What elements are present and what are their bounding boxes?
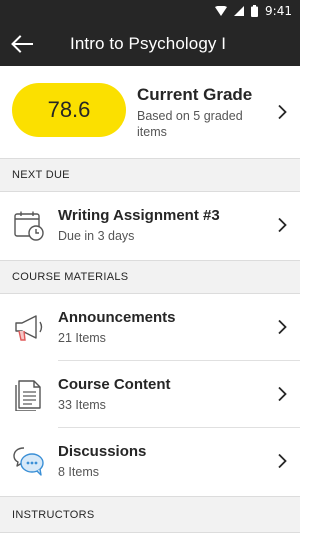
current-grade-row[interactable]: 78.6 Current Grade Based on 5 graded ite… [0, 66, 300, 158]
cellular-signal-icon [234, 5, 245, 16]
section-header-label: NEXT DUE [12, 169, 70, 181]
list-item-subtitle: Due in 3 days [58, 229, 135, 243]
grade-title: Current Grade [137, 85, 253, 104]
status-bar: 9:41 [0, 0, 300, 21]
grade-subtitle: Based on 5 graded items [137, 109, 243, 139]
wifi-icon [215, 5, 228, 16]
grade-badge: 78.6 [12, 83, 126, 137]
app-bar: Intro to Psychology I [0, 21, 300, 66]
document-icon [12, 377, 46, 411]
section-header-course-materials: COURSE MATERIALS [0, 260, 300, 294]
list-item-text: Announcements 21 Items [58, 309, 176, 346]
battery-icon [251, 4, 259, 17]
section-header-next-due: NEXT DUE [0, 158, 300, 192]
section-header-instructors: INSTRUCTORS [0, 496, 300, 533]
list-item-subtitle: 21 Items [58, 331, 106, 345]
list-item-title: Discussions [58, 443, 147, 460]
back-button[interactable] [0, 21, 44, 66]
list-item-title: Writing Assignment #3 [58, 207, 220, 224]
grade-text: Current Grade Based on 5 graded items [137, 85, 267, 140]
list-item-title: Course Content [58, 376, 171, 393]
list-item-discussions[interactable]: Discussions 8 Items [0, 428, 300, 494]
list-item-announcements[interactable]: Announcements 21 Items [0, 294, 300, 360]
chevron-right-icon [278, 217, 287, 233]
page-title: Intro to Psychology I [70, 33, 227, 53]
list-item-text: Course Content 33 Items [58, 376, 171, 413]
list-item-writing-assignment[interactable]: Writing Assignment #3 Due in 3 days [0, 192, 300, 258]
status-time: 9:41 [265, 3, 292, 18]
calendar-clock-icon [12, 208, 46, 242]
section-header-label: INSTRUCTORS [12, 508, 95, 521]
chevron-right-icon [278, 104, 287, 120]
section-header-label: COURSE MATERIALS [12, 271, 129, 283]
chat-bubbles-icon [12, 444, 46, 478]
list-item-course-content[interactable]: Course Content 33 Items [0, 361, 300, 427]
chevron-right-icon [278, 319, 287, 335]
megaphone-icon [12, 310, 46, 344]
list-item-title: Announcements [58, 309, 176, 326]
chevron-right-icon [278, 386, 287, 402]
list-item-text: Writing Assignment #3 Due in 3 days [58, 207, 220, 244]
chevron-right-icon [278, 453, 287, 469]
grade-value: 78.6 [47, 97, 91, 122]
list-item-subtitle: 33 Items [58, 398, 106, 412]
list-item-subtitle: 8 Items [58, 465, 99, 479]
list-item-text: Discussions 8 Items [58, 443, 146, 480]
arrow-left-icon [11, 34, 33, 53]
